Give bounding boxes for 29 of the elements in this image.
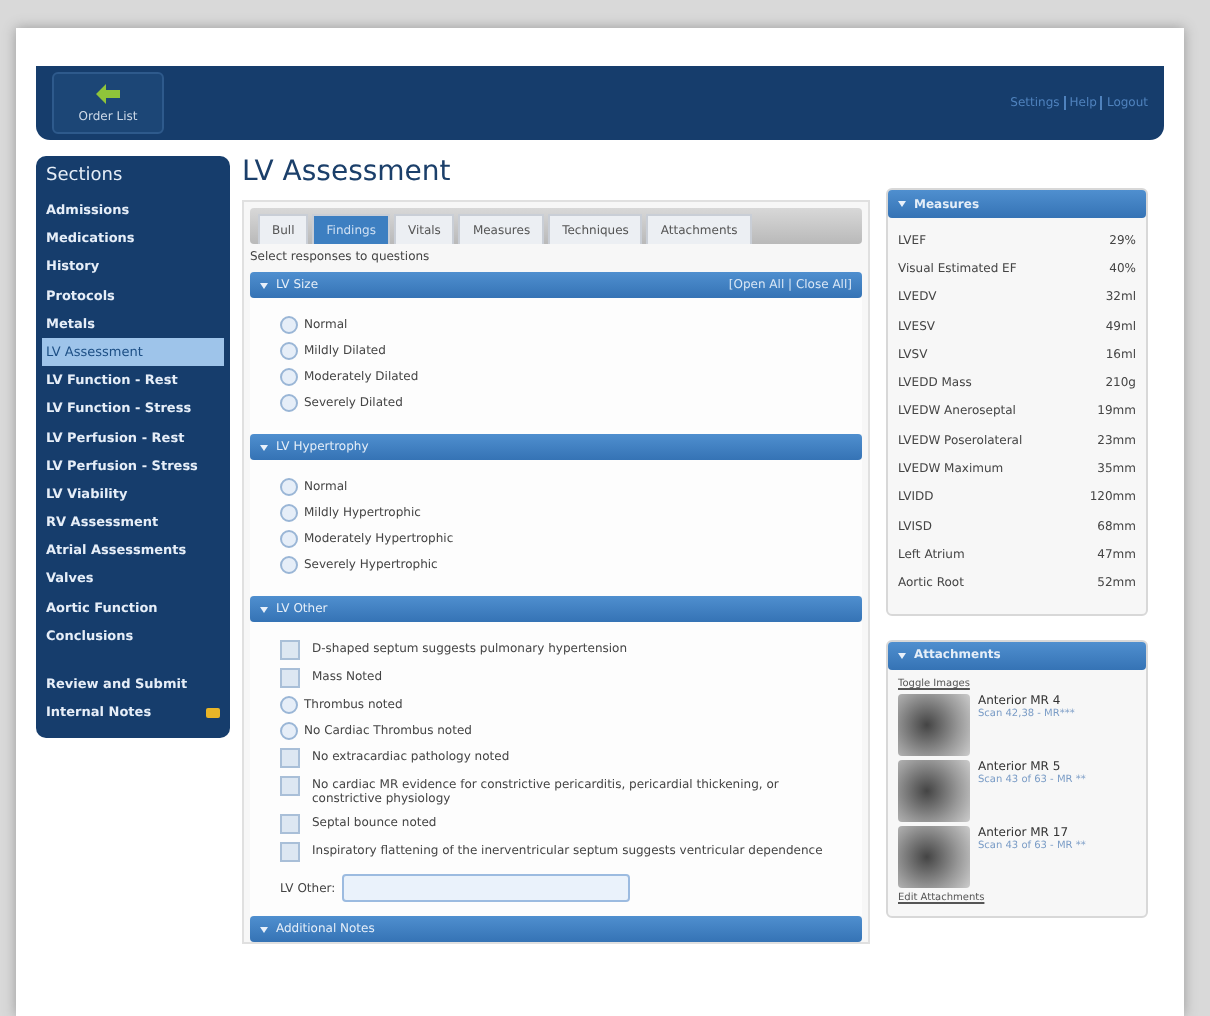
radio-button[interactable] (280, 530, 298, 548)
radio-button[interactable] (280, 316, 298, 334)
checkbox[interactable] (280, 842, 300, 862)
checkbox[interactable] (280, 748, 300, 768)
caret-icon (260, 443, 268, 451)
caret-icon (260, 605, 268, 613)
radio-button[interactable] (280, 722, 298, 740)
input-field[interactable] (341, 874, 630, 902)
scan-thumbnail[interactable] (898, 825, 970, 888)
radio-button[interactable] (280, 342, 298, 360)
caret-icon (260, 925, 268, 933)
caret-icon (898, 200, 906, 208)
sidebar-title: Sections (44, 164, 125, 190)
checkbox[interactable] (280, 640, 300, 660)
back-arrow-icon (96, 83, 120, 103)
radio-button[interactable] (280, 368, 298, 386)
caret-icon (898, 651, 906, 660)
radio-button[interactable] (280, 696, 298, 714)
radio-button[interactable] (280, 394, 298, 412)
checkbox[interactable] (280, 668, 300, 688)
scan-thumbnail[interactable] (898, 693, 970, 756)
radio-button[interactable] (280, 478, 298, 496)
page-title: LV Assessment (242, 156, 453, 188)
caret-icon (260, 281, 268, 289)
scan-thumbnail[interactable] (898, 759, 970, 822)
checkbox[interactable] (280, 776, 300, 796)
checkbox[interactable] (280, 814, 300, 834)
radio-button[interactable] (280, 556, 298, 574)
radio-button[interactable] (280, 504, 298, 522)
